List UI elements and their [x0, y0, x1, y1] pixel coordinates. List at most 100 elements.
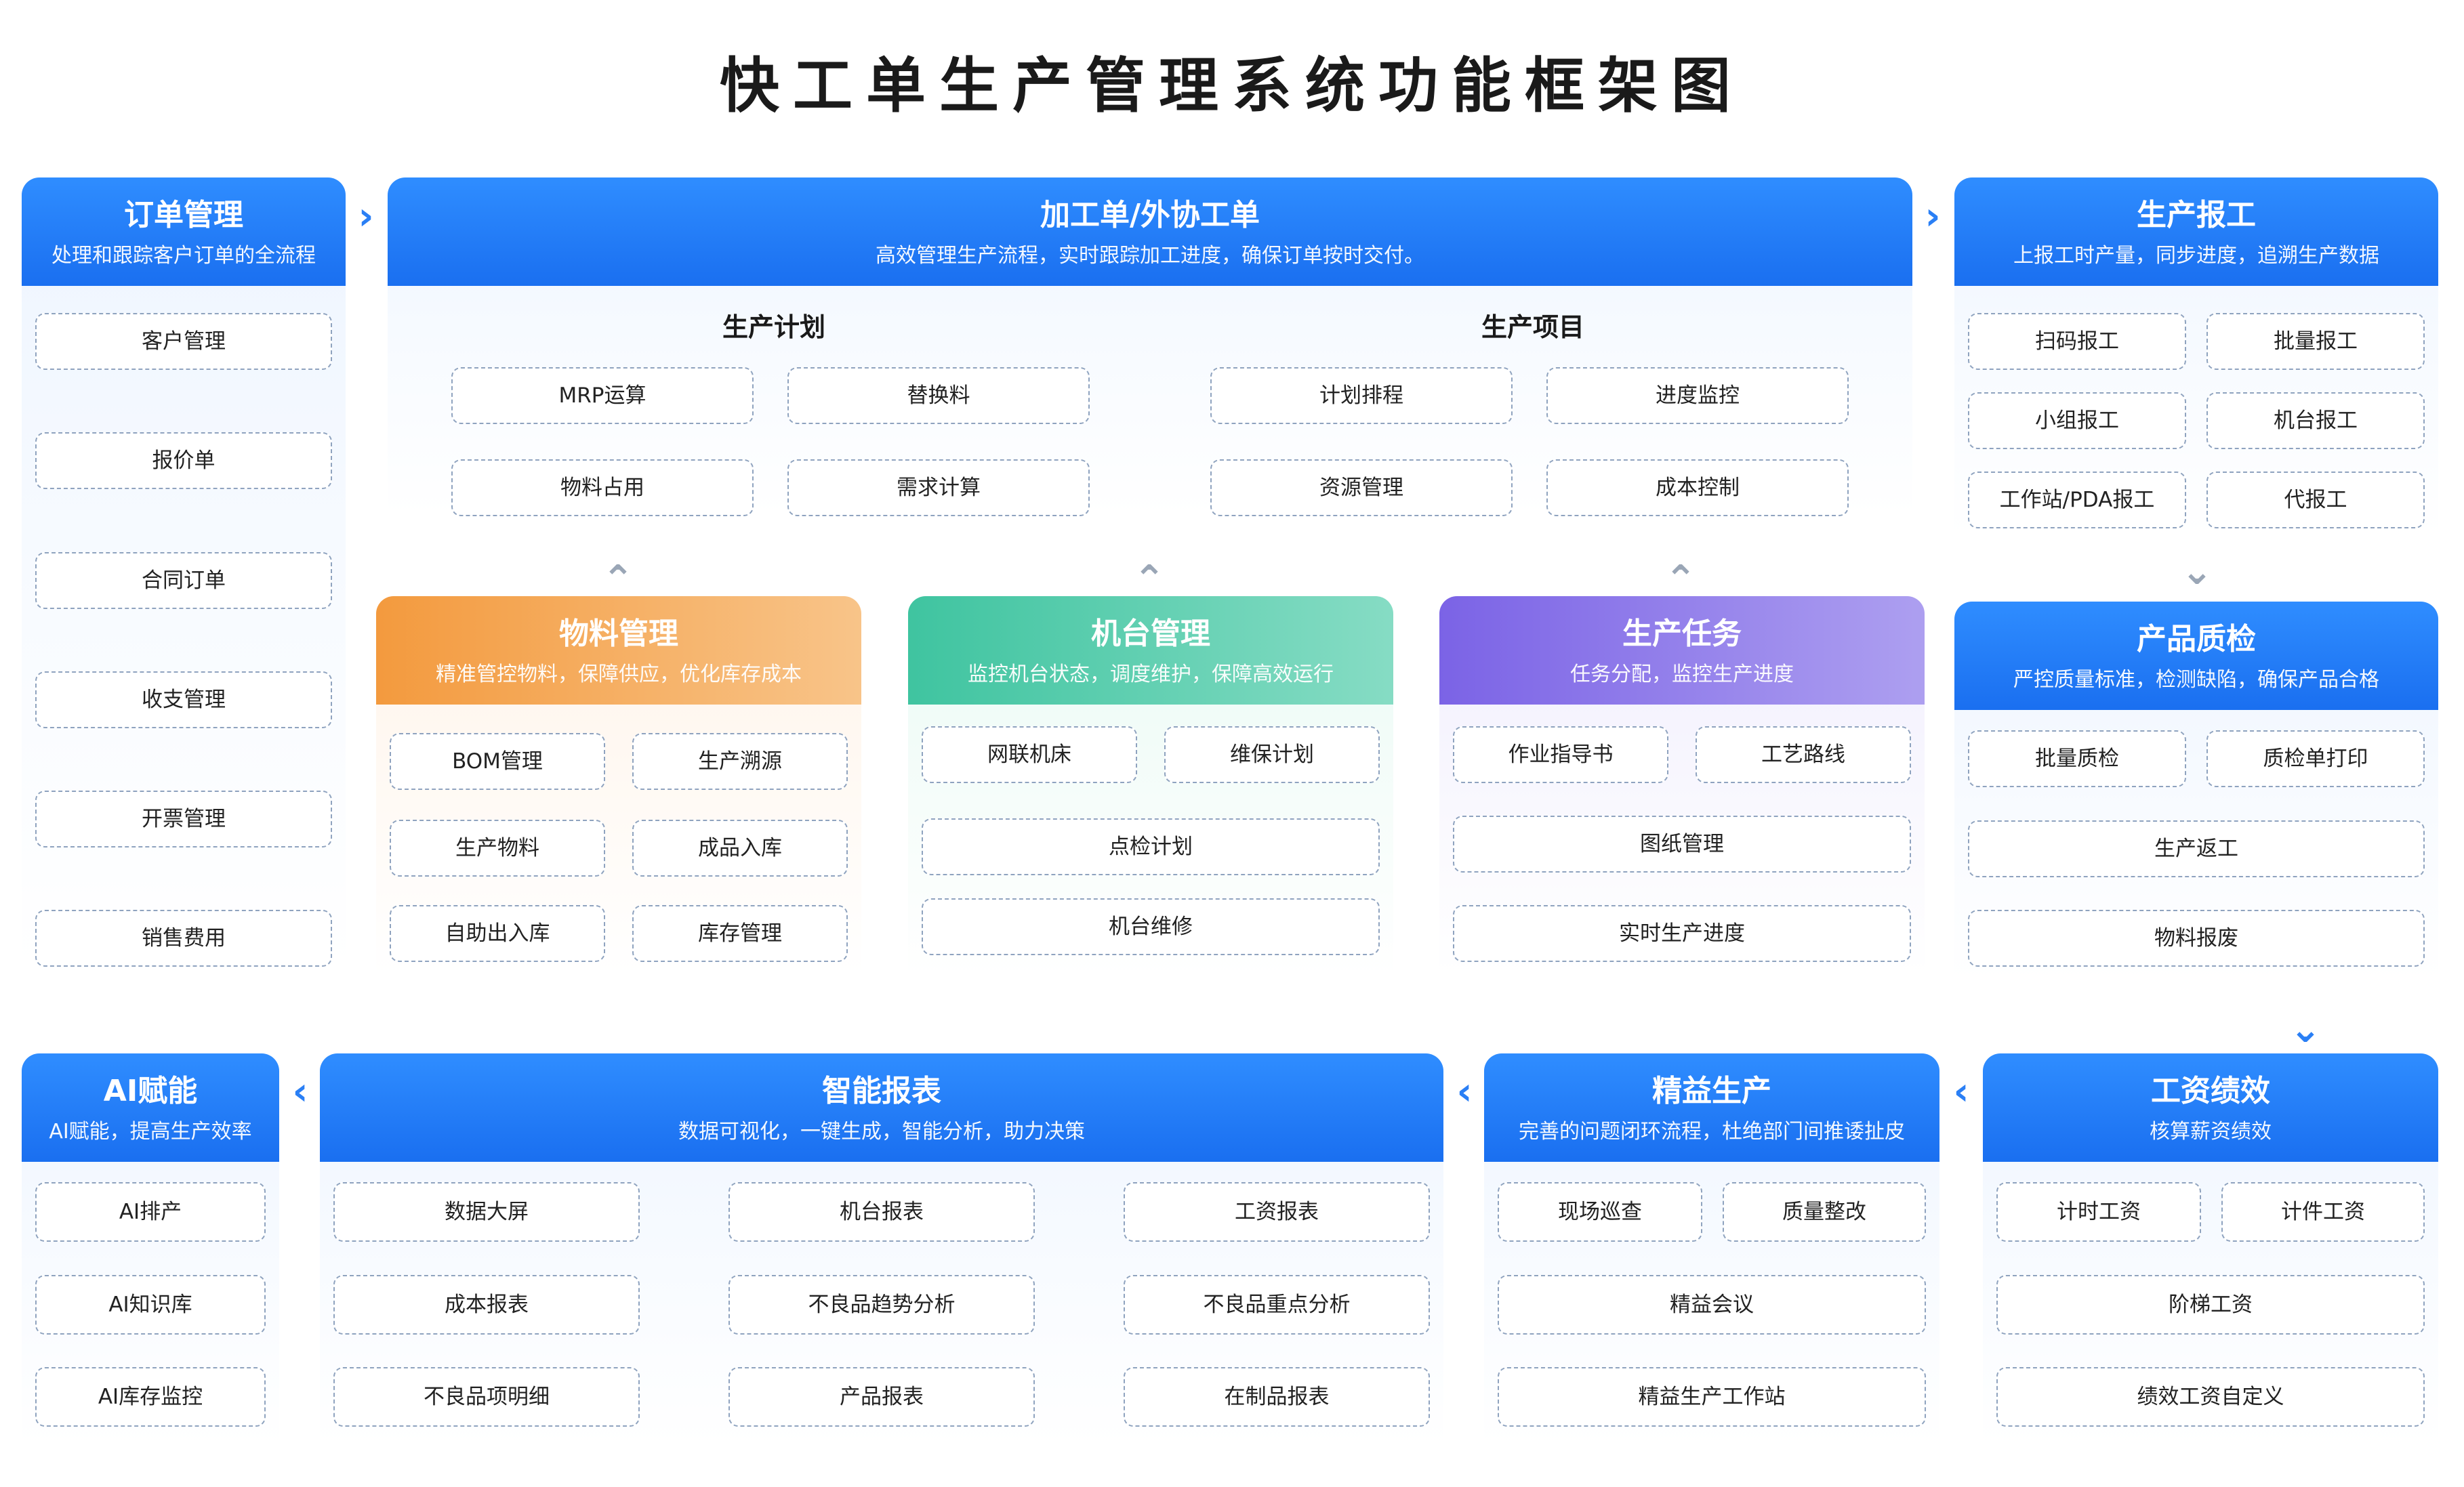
ai-empowerment-header: AI赋能 AI赋能，提高生产效率	[22, 1053, 279, 1162]
plan-item-mrp[interactable]: MRP运算	[451, 367, 754, 424]
lean-item-meeting[interactable]: 精益会议	[1498, 1275, 1926, 1335]
smart-item-wage-report[interactable]: 工资报表	[1124, 1182, 1430, 1242]
wage-performance-panel: 工资绩效 核算薪资绩效 计时工资 计件工资 阶梯工资 绩效工资自定义	[1983, 1053, 2438, 1446]
arrow-up-icon: ⌃	[602, 558, 634, 602]
production-task-header: 生产任务 任务分配，监控生产进度	[1439, 596, 1925, 705]
arrow-right-icon: ›	[358, 194, 374, 238]
arrow-up-icon: ⌃	[1664, 558, 1697, 602]
panel-subtitle: 数据可视化，一键生成，智能分析，助力决策	[678, 1120, 1085, 1144]
project-item-resource[interactable]: 资源管理	[1210, 459, 1513, 516]
order-item-invoice[interactable]: 开票管理	[35, 791, 332, 847]
task-item-drawing[interactable]: 图纸管理	[1453, 816, 1911, 873]
ai-empowerment-panel: AI赋能 AI赋能，提高生产效率 AI排产 AI知识库 AI库存监控	[22, 1053, 279, 1446]
smart-item-machine-report[interactable]: 机台报表	[728, 1182, 1035, 1242]
order-item-contract[interactable]: 合同订单	[35, 552, 332, 609]
smart-item-defect-key[interactable]: 不良品重点分析	[1124, 1275, 1430, 1335]
panel-title: 精益生产	[1652, 1074, 1771, 1108]
lean-production-header: 精益生产 完善的问题闭环流程，杜绝部门间推诿扯皮	[1484, 1053, 1939, 1162]
material-item-inventory[interactable]: 库存管理	[632, 905, 848, 962]
production-task-panel: 生产任务 任务分配，监控生产进度 作业指导书 工艺路线 图纸管理 实时生产进度	[1439, 596, 1925, 976]
report-item-batch[interactable]: 批量报工	[2206, 313, 2425, 370]
panel-subtitle: 处理和跟踪客户订单的全流程	[52, 244, 316, 268]
machine-management-panel: 机台管理 监控机台状态，调度维护，保障高效运行 网联机床 维保计划 点检计划 机…	[908, 596, 1393, 976]
wage-item-custom[interactable]: 绩效工资自定义	[1996, 1367, 2425, 1427]
lean-item-rectify[interactable]: 质量整改	[1723, 1182, 1926, 1242]
arrow-up-icon: ⌃	[1133, 558, 1166, 602]
machine-item-repair[interactable]: 机台维修	[922, 898, 1380, 955]
order-item-customer[interactable]: 客户管理	[35, 313, 332, 370]
order-item-finance[interactable]: 收支管理	[35, 671, 332, 728]
quality-item-rework[interactable]: 生产返工	[1968, 820, 2425, 877]
order-item-quote[interactable]: 报价单	[35, 432, 332, 489]
report-item-proxy[interactable]: 代报工	[2206, 472, 2425, 528]
project-item-schedule[interactable]: 计划排程	[1210, 367, 1513, 424]
task-item-realtime-progress[interactable]: 实时生产进度	[1453, 905, 1911, 962]
project-item-progress[interactable]: 进度监控	[1546, 367, 1849, 424]
material-item-warehouse-in[interactable]: 成品入库	[632, 820, 848, 877]
quality-item-batch[interactable]: 批量质检	[1968, 730, 2186, 787]
smart-item-wip-report[interactable]: 在制品报表	[1124, 1367, 1430, 1427]
quality-item-print[interactable]: 质检单打印	[2206, 730, 2425, 787]
smart-item-defect-detail[interactable]: 不良品项明细	[333, 1367, 640, 1427]
wage-performance-header: 工资绩效 核算薪资绩效	[1983, 1053, 2438, 1162]
arrow-down-icon: ⌄	[2181, 549, 2213, 593]
quality-item-scrap[interactable]: 物料报废	[1968, 910, 2425, 967]
plan-item-substitute[interactable]: 替换料	[787, 367, 1090, 424]
panel-subtitle: 完善的问题闭环流程，杜绝部门间推诿扯皮	[1519, 1120, 1905, 1144]
panel-subtitle: 核算薪资绩效	[2150, 1120, 2272, 1144]
arrow-left-icon: ‹	[292, 1070, 308, 1114]
panel-subtitle: AI赋能，提高生产效率	[49, 1120, 252, 1144]
panel-title: 物料管理	[559, 616, 678, 651]
panel-title: 加工单/外协工单	[1040, 198, 1260, 232]
panel-title: 产品质检	[2137, 622, 2256, 656]
project-item-cost[interactable]: 成本控制	[1546, 459, 1849, 516]
quality-inspection-header: 产品质检 严控质量标准，检测缺陷，确保产品合格	[1954, 602, 2438, 710]
lean-production-panel: 精益生产 完善的问题闭环流程，杜绝部门间推诿扯皮 现场巡查 质量整改 精益会议 …	[1484, 1053, 1939, 1446]
material-item-bom[interactable]: BOM管理	[390, 733, 605, 790]
report-item-group[interactable]: 小组报工	[1968, 392, 2186, 449]
material-item-trace[interactable]: 生产溯源	[632, 733, 848, 790]
ai-item-scheduling[interactable]: AI排产	[35, 1182, 266, 1242]
quality-inspection-panel: 产品质检 严控质量标准，检测缺陷，确保产品合格 批量质检 质检单打印 生产返工 …	[1954, 602, 2438, 981]
wage-item-time[interactable]: 计时工资	[1996, 1182, 2201, 1242]
plan-item-occupy[interactable]: 物料占用	[451, 459, 754, 516]
machine-item-inspection[interactable]: 点检计划	[922, 818, 1380, 875]
panel-subtitle: 严控质量标准，检测缺陷，确保产品合格	[2013, 668, 2379, 692]
arrow-left-icon: ‹	[1953, 1070, 1969, 1114]
smart-report-panel: 智能报表 数据可视化，一键生成，智能分析，助力决策 数据大屏 机台报表 工资报表…	[320, 1053, 1443, 1446]
wage-item-tiered[interactable]: 阶梯工资	[1996, 1275, 2425, 1335]
ai-item-knowledge[interactable]: AI知识库	[35, 1275, 266, 1335]
wage-item-piece[interactable]: 计件工资	[2221, 1182, 2425, 1242]
plan-item-demand[interactable]: 需求计算	[787, 459, 1090, 516]
material-item-self-service[interactable]: 自助出入库	[390, 905, 605, 962]
machine-management-header: 机台管理 监控机台状态，调度维护，保障高效运行	[908, 596, 1393, 705]
arrow-left-icon: ‹	[1456, 1070, 1473, 1114]
arrow-right-icon: ›	[1925, 194, 1941, 238]
smart-item-cost-report[interactable]: 成本报表	[333, 1275, 640, 1335]
ai-item-inventory-monitor[interactable]: AI库存监控	[35, 1367, 266, 1427]
lean-item-patrol[interactable]: 现场巡查	[1498, 1182, 1702, 1242]
smart-item-defect-trend[interactable]: 不良品趋势分析	[728, 1275, 1035, 1335]
material-item-production[interactable]: 生产物料	[390, 820, 605, 877]
panel-title: 机台管理	[1091, 616, 1210, 651]
processing-order-panel: 加工单/外协工单 高效管理生产流程，实时跟踪加工进度，确保订单按时交付。 生产计…	[388, 177, 1912, 516]
lean-item-workstation[interactable]: 精益生产工作站	[1498, 1367, 1926, 1427]
report-item-scan[interactable]: 扫码报工	[1968, 313, 2186, 370]
production-report-panel: 生产报工 上报工时产量，同步进度，追溯生产数据 扫码报工 批量报工 小组报工 机…	[1954, 177, 2438, 537]
panel-subtitle: 监控机台状态，调度维护，保障高效运行	[968, 663, 1334, 686]
order-item-sales-cost[interactable]: 销售费用	[35, 910, 332, 967]
report-item-machine[interactable]: 机台报工	[2206, 392, 2425, 449]
smart-report-header: 智能报表 数据可视化，一键生成，智能分析，助力决策	[320, 1053, 1443, 1162]
smart-item-product-report[interactable]: 产品报表	[728, 1367, 1035, 1427]
task-item-routing[interactable]: 工艺路线	[1696, 726, 1911, 783]
production-project-heading: 生产项目	[1481, 312, 1584, 342]
panel-subtitle: 精准管控物料，保障供应，优化库存成本	[436, 663, 802, 686]
smart-item-dashboard[interactable]: 数据大屏	[333, 1182, 640, 1242]
machine-item-networked[interactable]: 网联机床	[922, 726, 1137, 783]
panel-subtitle: 高效管理生产流程，实时跟踪加工进度，确保订单按时交付。	[876, 244, 1424, 268]
material-management-header: 物料管理 精准管控物料，保障供应，优化库存成本	[376, 596, 861, 705]
task-item-instruction[interactable]: 作业指导书	[1453, 726, 1668, 783]
report-item-pda[interactable]: 工作站/PDA报工	[1968, 472, 2186, 528]
order-management-header: 订单管理 处理和跟踪客户订单的全流程	[22, 177, 346, 286]
machine-item-maintenance-plan[interactable]: 维保计划	[1164, 726, 1380, 783]
